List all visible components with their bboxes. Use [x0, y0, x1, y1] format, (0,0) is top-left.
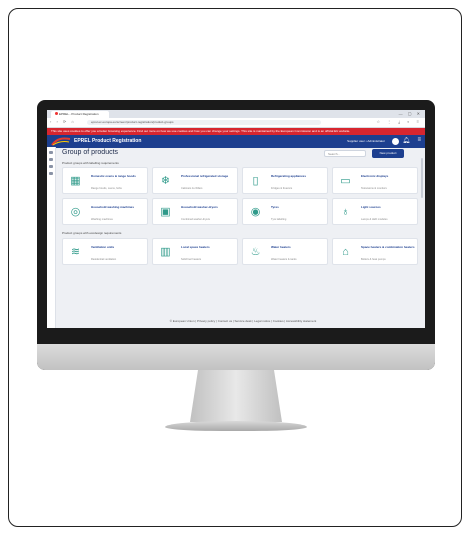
product-group-card[interactable]: ♁ Light sources Lamps & LED modules — [332, 198, 418, 225]
tab-label: EPREL - Product Registration — [59, 112, 99, 116]
user-label[interactable]: Supplier user • Administrator — [347, 135, 385, 148]
cookie-notice: This site uses cookies to offer you a be… — [47, 128, 425, 135]
product-group-icon: ▣ — [160, 206, 171, 218]
product-group-card[interactable]: ❄ Professional refrigerated storage Cabine… — [152, 167, 238, 194]
product-group-subtitle: Lamps & LED modules — [361, 218, 388, 221]
product-group-icon: ≋ — [70, 246, 81, 258]
url-field[interactable]: eprel.ec.europa.eu/screen/product-regist… — [87, 120, 321, 125]
browser-tab[interactable]: EPREL - Product Registration — [51, 111, 109, 118]
product-group-subtitle: Solid fuel heaters — [181, 258, 202, 261]
browser-toolbar-icons[interactable]: ☆ ⋮ ⤓ ◐ ≡ — [376, 119, 422, 124]
product-group-subtitle: Combined washer-dryers — [181, 218, 210, 221]
product-group-icon: ▦ — [70, 175, 81, 187]
product-group-subtitle: Cabinets & chillers — [181, 187, 203, 190]
product-group-title: Tyres — [271, 205, 279, 209]
product-group-title: Household washing machines — [91, 205, 135, 209]
monitor-chin — [37, 344, 435, 370]
monitor-stand-base — [165, 421, 307, 431]
product-group-subtitle: Residential ventilation — [91, 258, 117, 261]
section-label: Product groups with ecodesign requiremen… — [62, 231, 122, 235]
product-group-card[interactable]: ◎ Household washing machines Washing machi… — [62, 198, 148, 225]
product-group-card[interactable]: ▯ Refrigerating appliances Fridges & freez… — [242, 167, 328, 194]
nav-icons[interactable]: ‹ › ⟳ ⌂ — [50, 119, 76, 124]
app-title: EPREL Product Registration — [74, 138, 142, 144]
product-group-card[interactable]: ▦ Domestic ovens & range hoods Range hoods… — [62, 167, 148, 194]
product-group-title: Ventilation units — [91, 245, 115, 249]
product-group-title: Light sources — [361, 205, 381, 209]
sidebar-search-icon[interactable] — [49, 165, 53, 168]
app-header: EPREL Product Registration Supplier user… — [47, 135, 425, 148]
product-group-grid-ecodesign: ≋ Ventilation units Residential ventilatio… — [62, 238, 418, 265]
product-group-card[interactable]: ▭ Electronic displays Televisions & monito… — [332, 167, 418, 194]
product-group-subtitle: Range hoods, ovens, hobs — [91, 187, 122, 190]
product-group-subtitle: Water heaters & tanks — [271, 258, 297, 261]
product-group-icon: ▯ — [252, 175, 259, 187]
product-group-card[interactable]: ⌂ Space heaters & combination heaters Boil… — [332, 238, 418, 265]
product-group-icon: ♨ — [250, 246, 261, 258]
address-bar: ‹ › ⟳ ⌂ eprel.ec.europa.eu/screen/produc… — [47, 118, 425, 128]
product-group-title: Electronic displays — [361, 174, 389, 178]
product-group-subtitle: Televisions & monitors — [361, 187, 387, 190]
avatar[interactable] — [392, 138, 399, 145]
eu-logo-icon[interactable] — [51, 137, 71, 146]
main-content: Group of products Search... New product … — [58, 149, 422, 327]
product-group-subtitle: Boilers & heat pumps — [361, 258, 386, 261]
bell-icon[interactable]: 🔔︎ — [402, 137, 410, 144]
product-group-icon: ⌂ — [342, 246, 349, 258]
favicon-icon — [55, 112, 58, 115]
product-group-title: Professional refrigerated storage — [181, 174, 229, 178]
search-input[interactable]: Search... — [324, 150, 366, 157]
monitor-stand-neck — [190, 370, 282, 422]
sidebar-list-icon[interactable] — [49, 158, 53, 161]
product-group-subtitle: Tyre labelling — [271, 218, 287, 221]
product-group-title: Water heaters — [271, 245, 291, 249]
product-group-icon: ◉ — [250, 206, 261, 218]
screen: EPREL - Product Registration — ▢ ✕ ‹ › ⟳… — [47, 110, 425, 328]
sidebar — [47, 147, 56, 328]
new-product-button[interactable]: New product — [372, 149, 404, 158]
product-group-icon: ◎ — [70, 206, 81, 218]
product-group-subtitle: Fridges & freezers — [271, 187, 293, 190]
product-group-icon: ❄ — [160, 175, 171, 187]
section-label: Product groups with labelling requiremen… — [62, 161, 119, 165]
sidebar-settings-icon[interactable] — [49, 172, 53, 175]
product-group-title: Domestic ovens & range hoods — [91, 174, 136, 178]
sidebar-home-icon[interactable] — [49, 151, 53, 154]
browser-tab-bar: EPREL - Product Registration — ▢ ✕ — [47, 110, 425, 118]
product-group-icon: ▥ — [160, 246, 171, 258]
product-group-title: Space heaters & combination heaters — [361, 245, 415, 249]
product-group-card[interactable]: ▥ Local space heaters Solid fuel heaters — [152, 238, 238, 265]
product-group-title: Household washer-dryers — [181, 205, 218, 209]
product-group-card[interactable]: ♨ Water heaters Water heaters & tanks — [242, 238, 328, 265]
menu-icon[interactable]: ≡ — [417, 137, 421, 143]
product-group-icon: ▭ — [340, 175, 351, 187]
product-group-title: Local space heaters — [181, 245, 210, 249]
monitor: EPREL - Product Registration — ▢ ✕ ‹ › ⟳… — [37, 100, 435, 370]
product-group-card[interactable]: ▣ Household washer-dryers Combined washer-… — [152, 198, 238, 225]
page-footer: © European Union | Privacy policy | Cont… — [169, 319, 317, 323]
product-group-card[interactable]: ◉ Tyres Tyre labelling — [242, 198, 328, 225]
window-controls[interactable]: — ▢ ✕ — [399, 111, 422, 116]
product-group-grid-labelling: ▦ Domestic ovens & range hoods Range hoods… — [62, 167, 418, 225]
product-group-card[interactable]: ≋ Ventilation units Residential ventilatio… — [62, 238, 148, 265]
product-group-icon: ♁ — [341, 206, 350, 218]
product-group-title: Refrigerating appliances — [271, 174, 307, 178]
product-group-subtitle: Washing machines — [91, 218, 113, 221]
page-title: Group of products — [62, 149, 119, 156]
